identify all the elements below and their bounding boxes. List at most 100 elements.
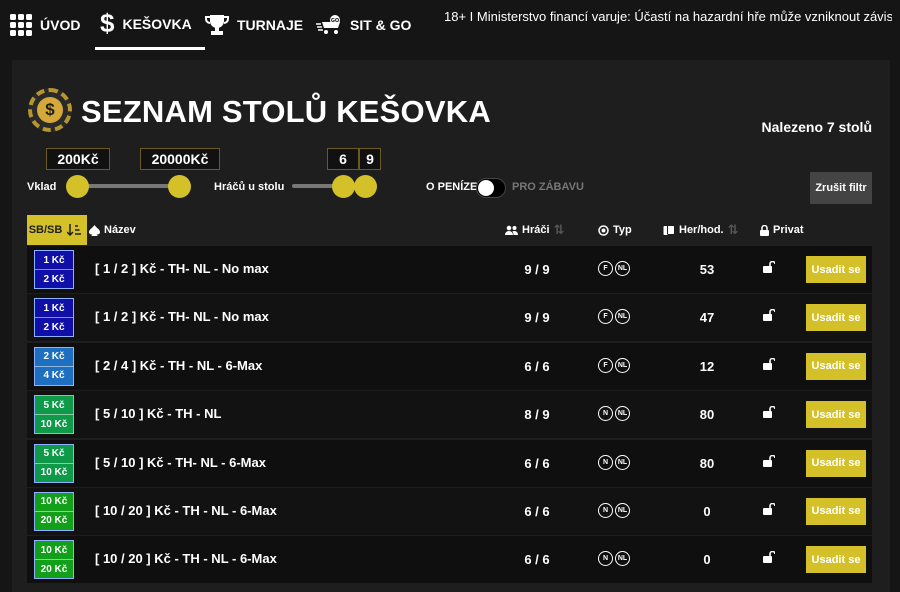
cash-tables-panel: $ SEZNAM STOLŮ KEŠOVKA Nalezeno 7 stolů … <box>12 60 890 592</box>
table-name: [ 2 / 4 ] Kč - TH - NL - 6-Max <box>95 357 263 373</box>
lock-icon <box>760 224 769 236</box>
column-header-name[interactable]: Název <box>89 215 136 245</box>
svg-text:GO: GO <box>331 18 339 24</box>
column-header-players[interactable]: Hráči ⇅ <box>505 215 564 245</box>
nav-label: KEŠOVKA <box>122 15 192 32</box>
nav-item-kesovka[interactable]: $ KEŠOVKA <box>95 0 205 50</box>
type-badge-icon: NL <box>615 357 630 373</box>
type-badge-icon: N <box>598 454 613 470</box>
sit-down-button[interactable]: Usadit se <box>806 256 866 283</box>
players-count: 9 / 9 <box>524 262 550 277</box>
type-badge-icon: N <box>598 502 613 518</box>
column-header-hands[interactable]: Her/hod. ⇅ <box>663 215 739 245</box>
trophy-icon <box>205 15 229 35</box>
table-type: N NL <box>598 551 630 567</box>
sit-down-button[interactable]: Usadit se <box>806 546 866 574</box>
table-row[interactable]: 1 Kč 2 Kč [ 1 / 2 ] Kč - TH- NL - No max… <box>27 294 872 342</box>
column-header-type[interactable]: Typ <box>598 215 632 245</box>
nav-item-sit-go[interactable]: GO SIT & GO <box>316 0 411 50</box>
small-blind-value: 1 Kč <box>35 251 73 270</box>
unlock-icon <box>763 357 775 370</box>
type-badge-icon: NL <box>615 406 630 422</box>
big-blind-value: 10 Kč <box>40 467 68 479</box>
column-header-sb[interactable]: SB/SB <box>27 215 87 245</box>
column-header-label: Privat <box>773 224 804 236</box>
sit-down-button[interactable]: Usadit se <box>806 401 866 429</box>
type-badge-icon: N <box>598 551 613 567</box>
small-blind-value: 10 Kč <box>35 493 73 512</box>
table-name: [ 10 / 20 ] Kč - TH - NL - 6-Max <box>95 502 277 518</box>
nav-item-turnaje[interactable]: TURNAJE <box>205 0 303 50</box>
stake-label: Vklad <box>27 181 57 193</box>
table-row[interactable]: 10 Kč 20 Kč [ 10 / 20 ] Kč - TH - NL - 6… <box>27 536 872 584</box>
sit-down-button[interactable]: Usadit se <box>806 304 866 332</box>
hands-per-hour: 80 <box>699 455 715 471</box>
type-badge-icon: NL <box>615 309 630 325</box>
stake-max-handle[interactable] <box>168 175 191 198</box>
users-icon <box>505 225 518 235</box>
found-count: Nalezeno 7 stolů <box>761 119 872 135</box>
hands-per-hour: 47 <box>699 310 715 326</box>
players-count: 6 / 6 <box>524 455 550 471</box>
table-name: [ 1 / 2 ] Kč - TH- NL - No max <box>95 309 269 325</box>
type-badge-icon: NL <box>615 454 630 470</box>
table-type: F NL <box>598 309 630 325</box>
players-count: 9 / 9 <box>524 310 550 326</box>
hands-per-hour: 53 <box>699 262 715 277</box>
table-name: [ 5 / 10 ] Kč - TH - NL <box>95 406 222 422</box>
money-mode-toggle[interactable] <box>476 178 506 198</box>
small-blind-value: 1 Kč <box>35 299 73 319</box>
stake-slider-track[interactable] <box>78 184 180 188</box>
table-row[interactable]: 5 Kč 10 Kč [ 5 / 10 ] Kč - TH- NL - 6-Ma… <box>27 439 872 487</box>
stake-max-value: 20000Kč <box>140 148 220 170</box>
hands-per-hour: 12 <box>699 358 715 374</box>
type-badge-icon: F <box>598 309 613 325</box>
players-min-handle[interactable] <box>332 175 355 198</box>
coin-symbol: $ <box>37 97 63 123</box>
go-icon: GO <box>316 15 340 34</box>
sit-down-button[interactable]: Usadit se <box>806 497 866 525</box>
type-badge-icon: NL <box>615 502 630 518</box>
players-min-value: 6 <box>327 148 359 170</box>
table-type: F NL <box>598 357 630 373</box>
big-blind-value: 2 Kč <box>43 321 65 333</box>
reset-filter-button[interactable]: Zrušit filtr <box>810 172 872 204</box>
unlock-icon <box>763 502 775 515</box>
nav-item-uvod[interactable]: ÚVOD <box>10 0 80 50</box>
table-row[interactable]: 10 Kč 20 Kč [ 10 / 20 ] Kč - TH - NL - 6… <box>27 487 872 535</box>
column-header-label: Typ <box>613 224 632 236</box>
stake-min-handle[interactable] <box>66 175 89 198</box>
sort-asc-icon <box>67 224 82 236</box>
type-badge-icon: F <box>598 261 613 276</box>
dollar-icon: $ <box>100 8 115 38</box>
table-type: F NL <box>598 261 630 276</box>
chip-icon <box>598 224 609 236</box>
sit-down-button[interactable]: Usadit se <box>806 449 866 477</box>
hands-per-hour: 0 <box>703 552 711 568</box>
small-blind-value: 10 Kč <box>35 541 73 561</box>
players-max-value: 9 <box>359 148 381 170</box>
column-header-label: Název <box>104 224 136 236</box>
stake-badge: 5 Kč 10 Kč <box>34 395 74 435</box>
players-max-handle[interactable] <box>354 175 377 198</box>
column-header-private[interactable]: Privat <box>760 215 804 245</box>
table-type: N NL <box>598 454 630 470</box>
players-count: 6 / 6 <box>524 358 550 374</box>
coin-icon: $ <box>28 88 72 132</box>
table-type: N NL <box>598 502 630 518</box>
nav-label: TURNAJE <box>237 17 304 33</box>
unlock-icon <box>763 309 775 322</box>
big-blind-value: 20 Kč <box>40 563 68 575</box>
table-row[interactable]: 5 Kč 10 Kč [ 5 / 10 ] Kč - TH - NL 8 / 9… <box>27 391 872 439</box>
toggle-knob <box>478 180 494 196</box>
sit-down-button[interactable]: Usadit se <box>806 352 866 380</box>
table-row[interactable]: 2 Kč 4 Kč [ 2 / 4 ] Kč - TH - NL - 6-Max… <box>27 342 872 390</box>
tables-list: 1 Kč 2 Kč [ 1 / 2 ] Kč - TH- NL - No max… <box>27 246 872 585</box>
table-name: [ 10 / 20 ] Kč - TH - NL - 6-Max <box>95 551 277 567</box>
real-money-label: O PENÍZE <box>426 181 478 193</box>
cards-icon <box>663 224 675 235</box>
hands-per-hour: 0 <box>703 503 711 519</box>
table-name: [ 5 / 10 ] Kč - TH- NL - 6-Max <box>95 454 266 470</box>
table-row[interactable]: 1 Kč 2 Kč [ 1 / 2 ] Kč - TH- NL - No max… <box>27 246 872 293</box>
big-blind-value: 20 Kč <box>40 515 68 527</box>
